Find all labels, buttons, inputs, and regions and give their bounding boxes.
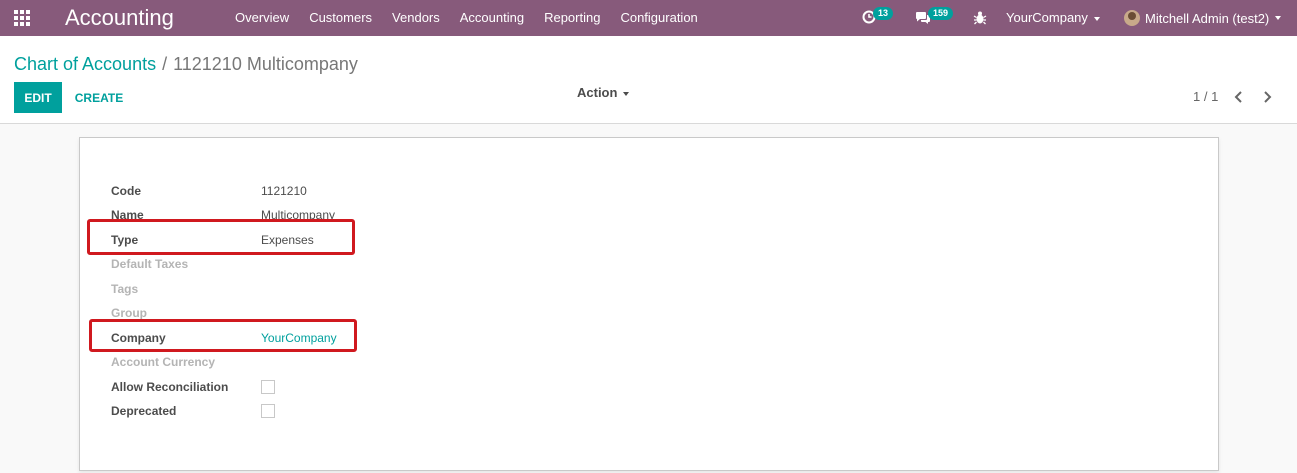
company-switcher[interactable]: YourCompany	[1006, 0, 1100, 36]
action-dropdown[interactable]: Action	[577, 84, 630, 102]
avatar	[1124, 10, 1140, 26]
breadcrumb-separator: /	[162, 54, 168, 74]
field-label: Deprecated	[111, 404, 177, 418]
field-label: Account Currency	[111, 355, 216, 369]
user-menu[interactable]: Mitchell Admin (test2)	[1124, 0, 1282, 36]
field-value: 1121210	[261, 184, 307, 198]
chevron-down-icon	[1275, 16, 1282, 20]
form-sheet: Code 1121210 Name Multicompany Type Expe…	[79, 137, 1219, 471]
menu-item-reporting[interactable]: Reporting	[534, 0, 610, 36]
main-menu: Overview Customers Vendors Accounting Re…	[225, 0, 708, 36]
chevron-down-icon	[623, 91, 630, 96]
top-navbar: Accounting Overview Customers Vendors Ac…	[0, 0, 1297, 36]
app-switcher-icon[interactable]	[14, 10, 30, 26]
menu-item-vendors[interactable]: Vendors	[382, 0, 450, 36]
menu-item-customers[interactable]: Customers	[299, 0, 382, 36]
chevron-down-icon	[1093, 16, 1100, 21]
deprecated-checkbox[interactable]	[261, 404, 275, 418]
company-name: YourCompany	[1006, 10, 1088, 25]
company-field-highlight	[89, 319, 357, 352]
field-label: Allow Reconciliation	[111, 380, 229, 394]
type-field-highlight	[87, 219, 355, 255]
message-count-badge: 159	[928, 7, 954, 20]
control-panel: Chart of Accounts /1121210 Multicompany E…	[0, 36, 1297, 124]
chevron-right-icon[interactable]	[1258, 88, 1276, 106]
create-button[interactable]: CREATE	[68, 82, 130, 113]
debug-bug-icon[interactable]	[973, 10, 987, 25]
field-label: Default Taxes	[111, 257, 189, 271]
menu-item-accounting[interactable]: Accounting	[450, 0, 534, 36]
edit-button[interactable]: EDIT	[14, 82, 62, 113]
breadcrumb: Chart of Accounts /1121210 Multicompany	[14, 53, 358, 75]
breadcrumb-current: 1121210 Multicompany	[173, 54, 358, 74]
allow-reconciliation-checkbox[interactable]	[261, 380, 275, 394]
field-label: Tags	[111, 282, 139, 296]
menu-item-overview[interactable]: Overview	[225, 0, 299, 36]
app-title: Accounting	[65, 5, 174, 30]
chevron-left-icon[interactable]	[1230, 88, 1248, 106]
user-name: Mitchell Admin (test2)	[1145, 10, 1270, 26]
activity-count-badge: 13	[873, 7, 894, 20]
menu-item-configuration[interactable]: Configuration	[610, 0, 707, 36]
field-label: Code	[111, 184, 141, 198]
breadcrumb-parent-link[interactable]: Chart of Accounts	[14, 54, 156, 74]
action-label: Action	[577, 85, 618, 100]
pager-value[interactable]: 1 / 1	[1193, 89, 1218, 104]
